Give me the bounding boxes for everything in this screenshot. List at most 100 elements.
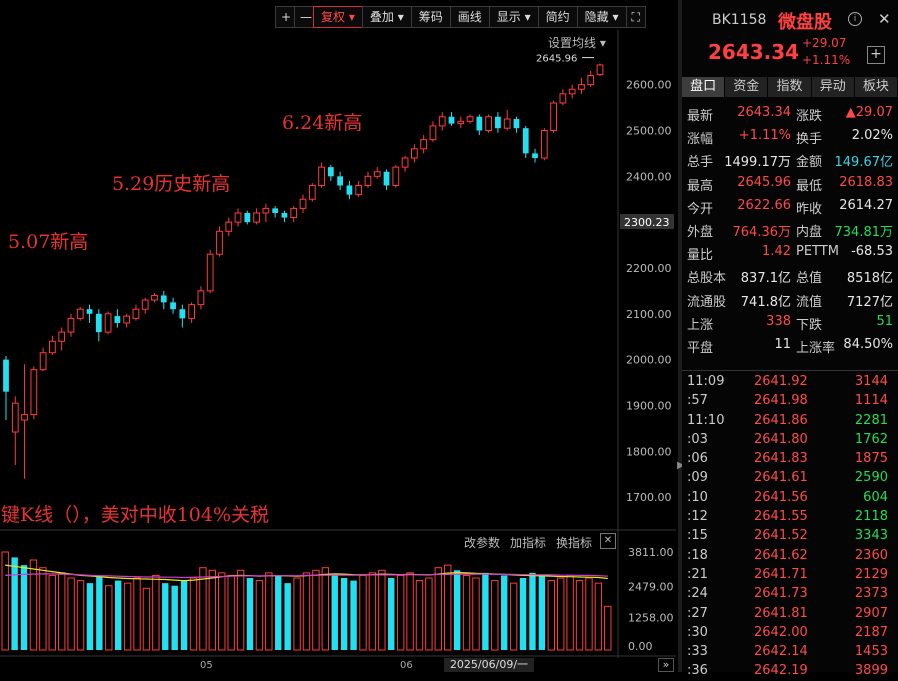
- volume-bar: [491, 580, 499, 651]
- candle-body: [281, 212, 288, 218]
- fullscreen-icon[interactable]: ⛶: [625, 6, 646, 28]
- kline-chart[interactable]: 2600.002500.002400.002300.002200.002100.…: [0, 0, 678, 672]
- price-axis: 2600.002500.002400.002300.002200.002100.…: [620, 79, 674, 504]
- quote-row: 涨幅 +1.11% 换手 2.02%: [682, 125, 898, 148]
- quote-row: 总股本 837.1亿 总值 8518亿: [682, 264, 898, 287]
- current-price: 2643.34: [708, 40, 800, 64]
- quote-value: 2622.66: [737, 197, 791, 213]
- volume-bar: [350, 580, 357, 650]
- volume-bar: [396, 574, 405, 651]
- tick-price: 2641.55: [754, 509, 808, 525]
- quote-value: 11: [774, 336, 791, 352]
- quote-value: 2643.34: [737, 105, 791, 120]
- zoom-out-button[interactable]: —: [294, 6, 314, 28]
- volume-bar: [509, 582, 518, 651]
- volume-bar: [434, 567, 443, 651]
- candle-body: [244, 212, 251, 223]
- month-label-05: 05: [200, 660, 213, 671]
- simple-button[interactable]: 简约: [537, 6, 578, 28]
- tick-price: 2641.62: [754, 547, 808, 563]
- display-dropdown[interactable]: 显示 ▾: [488, 6, 539, 28]
- stock-name: 微盘股: [778, 12, 832, 33]
- fuquan-dropdown[interactable]: 复权 ▾: [313, 6, 363, 28]
- close-icon[interactable]: ✕: [878, 10, 891, 28]
- candle-body: [485, 116, 493, 131]
- quote-label: 下跌: [796, 317, 823, 333]
- candle-body: [364, 175, 372, 186]
- quote-row: 上涨 338 下跌 51: [682, 311, 898, 334]
- tab-bankuai[interactable]: 板块: [854, 77, 898, 97]
- tab-pankou[interactable]: 盘口: [682, 77, 725, 97]
- volume-bar: [105, 585, 113, 651]
- tick-volume: 3144: [854, 374, 888, 389]
- tab-zhishu[interactable]: 指数: [768, 77, 811, 97]
- hide-dropdown[interactable]: 隐藏 ▾: [576, 6, 627, 28]
- quote-table: 最新 2643.34 涨跌 ▲29.07 涨幅 +1.11% 换手 2.02% 总手 1499.1…: [682, 102, 898, 357]
- tick-volume: 2281: [854, 412, 888, 428]
- info-icon[interactable]: i: [848, 12, 862, 26]
- tick-volume: 604: [863, 489, 888, 505]
- chips-button[interactable]: 筹码: [410, 6, 451, 28]
- close-indicator-icon[interactable]: ✕: [600, 533, 616, 549]
- candle-body: [550, 102, 557, 131]
- ma-setting-dropdown[interactable]: 设置均线 ▾: [548, 34, 606, 51]
- tick-volume: 2129: [854, 566, 888, 582]
- tick-row: :06 2641.83 1875: [682, 449, 898, 468]
- volume-bar: [312, 569, 320, 651]
- tick-time: :30: [687, 624, 708, 640]
- candle-body: [253, 212, 260, 223]
- fuquan-label: 复权: [321, 10, 346, 24]
- quote-value: 764.36万: [732, 224, 792, 240]
- tick-row: :24 2641.73 2373: [682, 584, 898, 603]
- candle-body: [76, 308, 84, 319]
- price-tick-label: 2200.00: [626, 262, 672, 275]
- volume-bar: [529, 572, 536, 650]
- volume-bar: [123, 582, 132, 651]
- add-watchlist-icon[interactable]: +: [867, 46, 885, 64]
- volume-bar: [180, 580, 188, 650]
- volume-bar: [76, 580, 85, 651]
- drawline-button[interactable]: 画线: [449, 6, 490, 28]
- fast-forward-icon[interactable]: »: [658, 658, 674, 672]
- tab-zijin[interactable]: 资金: [725, 77, 768, 97]
- overlay-dropdown[interactable]: 叠加 ▾: [361, 6, 412, 28]
- quote-label: 今开: [687, 201, 714, 217]
- volume-bar: [293, 577, 301, 651]
- candle-body: [540, 129, 548, 159]
- tick-time: :06: [687, 451, 708, 467]
- tick-row: :21 2641.71 2129: [682, 565, 898, 584]
- tick-price: 2641.92: [754, 374, 808, 389]
- volume-bar: [538, 575, 546, 650]
- quote-row: 平盘 11 上涨率 84.50%: [682, 334, 898, 357]
- candle-body: [495, 116, 501, 129]
- kline-panel[interactable]: 2600.002500.002400.002300.002200.002100.…: [0, 0, 678, 672]
- volume-bar: [462, 574, 471, 651]
- volume-bar: [11, 557, 18, 650]
- tick-price: 2641.98: [754, 393, 808, 409]
- volume-bar: [1, 551, 9, 651]
- edit-params-button[interactable]: 改参数: [464, 534, 500, 551]
- quote-value: 2618.83: [839, 174, 893, 190]
- zoom-in-button[interactable]: +: [275, 6, 295, 28]
- quote-label: 最低: [796, 178, 823, 194]
- quote-value: 734.81万: [834, 224, 894, 240]
- tick-list[interactable]: 11:09 2641.92 3144:57 2641.98 1114 11:10 2641.…: [682, 372, 898, 681]
- switch-indicator-button[interactable]: 换指标: [556, 534, 592, 551]
- quote-value: 51: [876, 313, 893, 329]
- quote-label: 总手: [687, 155, 714, 171]
- quote-label: 总值: [796, 271, 823, 287]
- add-indicator-button[interactable]: 加指标: [510, 534, 546, 551]
- annotation-0529: 5.29历史新高: [112, 173, 231, 195]
- volume-tick-label: 0.00: [628, 640, 653, 653]
- quote-value: 2614.27: [839, 197, 893, 213]
- candle-body: [392, 166, 400, 186]
- candle-body: [466, 116, 474, 122]
- tick-row: 11:09 2641.92 3144: [682, 372, 898, 391]
- volume-tick-label: 3811.00: [628, 546, 674, 559]
- price-tick-label: 2500.00: [626, 124, 672, 137]
- annotation-0507: 5.07新高: [8, 231, 89, 253]
- tick-price: 2642.14: [754, 644, 808, 660]
- tab-yidong[interactable]: 异动: [811, 77, 854, 97]
- volume-axis: 3811.00 2479.00 1258.00 0.00: [628, 546, 674, 653]
- max-price-label: 2645.96: [536, 54, 577, 65]
